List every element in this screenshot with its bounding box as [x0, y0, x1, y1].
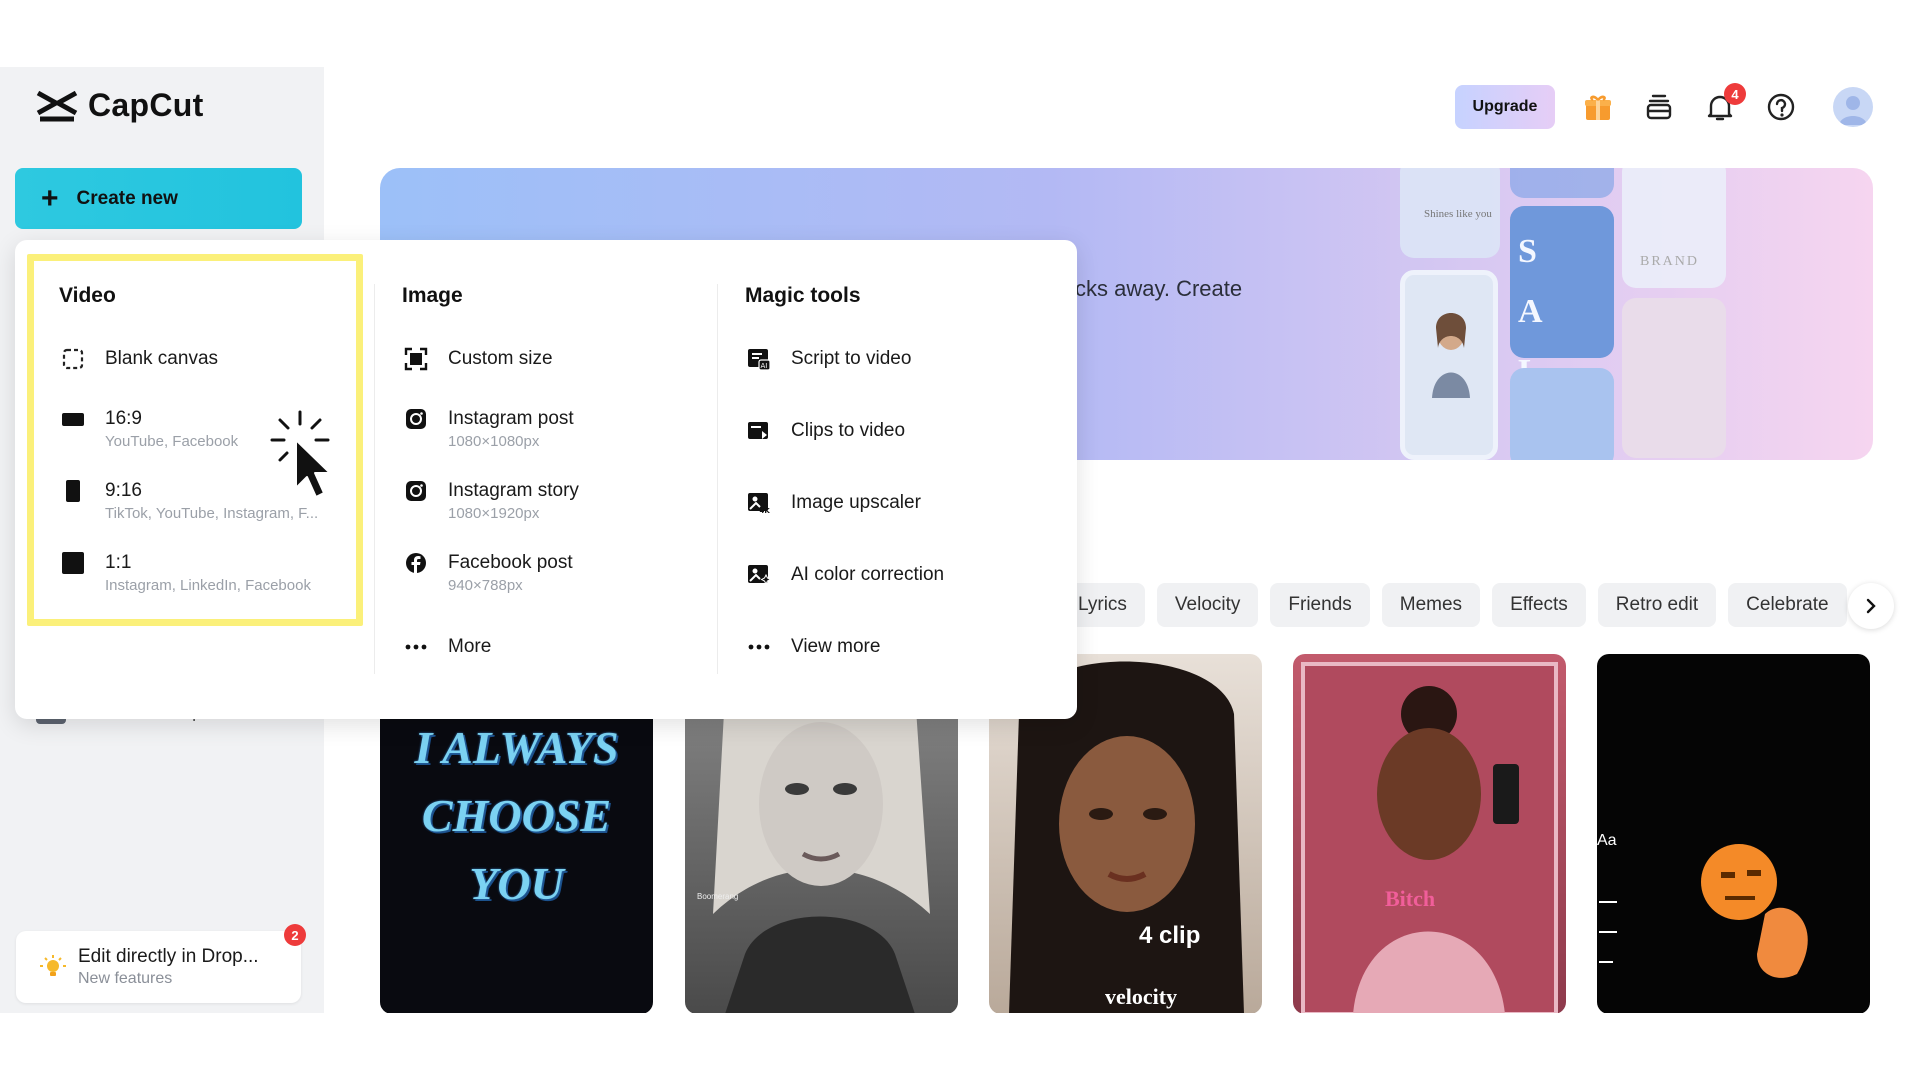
clips-icon	[747, 419, 771, 443]
magic-view-more-label: View more	[791, 636, 881, 657]
video-heading: Video	[59, 284, 116, 307]
thumbnail-4-portrait	[1301, 662, 1558, 1013]
chevron-right-icon	[1866, 598, 1876, 614]
custom-size-item[interactable]: Custom size	[404, 347, 553, 371]
magic-tools-column: Magic tools AI Script to video Clips to …	[718, 240, 1077, 719]
create-new-button[interactable]: + Create new	[15, 168, 302, 229]
layers-icon[interactable]	[1641, 89, 1677, 125]
capcut-logo[interactable]: CapCut	[36, 87, 204, 124]
thumbnail-3-text: 4 clip	[1139, 922, 1201, 949]
script-ai-icon: AI	[747, 347, 771, 371]
portrait-ratio-icon	[61, 479, 85, 503]
hero-text: cks away. Create	[1075, 276, 1243, 301]
collage-card3-text: BRAND	[1640, 254, 1700, 269]
ratio-16-9-sub: YouTube, Facebook	[105, 433, 239, 450]
landscape-ratio-icon	[61, 407, 85, 431]
instagram-icon	[404, 479, 428, 503]
chips-next-button[interactable]	[1848, 583, 1894, 629]
stage: CapCut + Create new Create new space Edi…	[0, 0, 1920, 1080]
magic-view-more-item[interactable]: View more	[747, 635, 880, 659]
script-to-video-label: Script to video	[791, 348, 912, 369]
instagram-story-label: Instagram story	[448, 480, 579, 501]
upscaler-4k-icon: 4K	[747, 491, 771, 515]
thumbnail-1-text: I ALWAYS CHOOSE YOU	[414, 722, 619, 909]
clips-to-video-label: Clips to video	[791, 420, 906, 441]
svg-text:AI: AI	[761, 362, 768, 370]
app-frame: CapCut + Create new Create new space Edi…	[0, 67, 1920, 1013]
create-new-label: Create new	[76, 187, 178, 209]
facebook-post-label: Facebook post	[448, 552, 573, 573]
dashed-square-icon	[61, 347, 85, 371]
upgrade-button[interactable]: Upgrade	[1455, 85, 1555, 129]
dropbox-feature-card[interactable]: Edit directly in Drop... New features	[16, 931, 301, 1003]
instagram-icon	[404, 407, 428, 431]
color-correction-icon	[747, 563, 771, 587]
instagram-post-label: Instagram post	[448, 408, 574, 429]
ratio-9-16-sub: TikTok, YouTube, Instagram, F...	[105, 505, 319, 522]
lightbulb-icon	[40, 955, 66, 976]
collage-card1-text: Shines like you	[1424, 208, 1492, 220]
gift-icon[interactable]	[1580, 89, 1616, 125]
capcut-logo-icon	[36, 90, 78, 121]
plus-icon: +	[41, 181, 59, 215]
ai-color-correction-item[interactable]: AI color correction	[747, 563, 944, 587]
image-heading: Image	[402, 284, 463, 307]
thumbnail-2-text: Boomerang	[697, 892, 739, 901]
chip-retro-edit[interactable]: Retro edit	[1597, 583, 1717, 627]
blank-canvas-label: Blank canvas	[105, 348, 219, 369]
facebook-post-item[interactable]: Facebook post 940×788px	[404, 551, 573, 594]
svg-text:4K: 4K	[760, 507, 771, 515]
template-thumbnail-5[interactable]: Aa	[1597, 654, 1870, 1013]
clips-to-video-item[interactable]: Clips to video	[747, 419, 905, 443]
drop-card-subtitle: New features	[78, 970, 173, 987]
image-more-item[interactable]: More	[404, 635, 491, 659]
help-icon[interactable]	[1763, 89, 1799, 125]
image-upscaler-item[interactable]: 4K Image upscaler	[747, 491, 921, 515]
template-thumbnail-4[interactable]: Bitch	[1293, 654, 1566, 1013]
image-upscaler-label: Image upscaler	[791, 492, 921, 513]
thumbnail-3-text2: velocity	[1105, 984, 1178, 1009]
facebook-icon	[404, 551, 428, 575]
chip-friends[interactable]: Friends	[1270, 583, 1370, 627]
ratio-1-1-sub: Instagram, LinkedIn, Facebook	[105, 577, 311, 594]
magic-tools-heading: Magic tools	[745, 284, 861, 307]
notification-badge: 4	[1724, 83, 1746, 105]
instagram-story-item[interactable]: Instagram story 1080×1920px	[404, 479, 579, 522]
hero-collage: Shines like you S A L E BRAND	[1400, 168, 1750, 460]
thumbnail-5-text: Aa	[1597, 832, 1617, 849]
blank-canvas-item[interactable]: Blank canvas	[61, 347, 218, 371]
instagram-story-sub: 1080×1920px	[448, 505, 540, 522]
facebook-post-sub: 940×788px	[448, 577, 523, 594]
ratio-1-1-label: 1:1	[105, 552, 132, 573]
chip-memes[interactable]: Memes	[1381, 583, 1481, 627]
more-dots-icon	[404, 635, 428, 659]
brand-name: CapCut	[88, 87, 204, 123]
chip-velocity[interactable]: Velocity	[1156, 583, 1259, 627]
script-to-video-item[interactable]: AI Script to video	[747, 347, 911, 371]
create-new-dropdown: Video Blank canvas 16:9 YouTube, Facebook…	[15, 240, 1077, 719]
chip-celebrate[interactable]: Celebrate	[1728, 583, 1847, 627]
ratio-16-9-label: 16:9	[105, 408, 142, 429]
custom-size-icon	[404, 347, 428, 371]
more-dots-icon	[747, 635, 771, 659]
drop-card-badge: 2	[284, 924, 306, 946]
ratio-1-1-item[interactable]: 1:1 Instagram, LinkedIn, Facebook	[61, 551, 311, 594]
instagram-post-sub: 1080×1080px	[448, 433, 540, 450]
thumbnail-4-text: Bitch	[1385, 886, 1436, 911]
drop-card-title: Edit directly in Drop...	[78, 946, 259, 967]
ai-color-correction-label: AI color correction	[791, 564, 945, 585]
thumbnail-5-emoji	[1599, 844, 1808, 978]
category-chips: Lyrics Velocity Friends Memes Effects Re…	[1060, 583, 1847, 627]
ratio-16-9-item[interactable]: 16:9 YouTube, Facebook	[61, 407, 238, 450]
instagram-post-item[interactable]: Instagram post 1080×1080px	[404, 407, 574, 450]
image-more-label: More	[448, 636, 492, 657]
custom-size-label: Custom size	[448, 348, 553, 369]
chip-effects[interactable]: Effects	[1492, 583, 1586, 627]
collage-portrait	[1432, 313, 1470, 398]
avatar[interactable]	[1833, 87, 1873, 127]
square-ratio-icon	[61, 551, 85, 575]
cursor-icon	[270, 410, 331, 498]
image-column: Image Custom size Instagram post 1080×108…	[375, 240, 718, 719]
